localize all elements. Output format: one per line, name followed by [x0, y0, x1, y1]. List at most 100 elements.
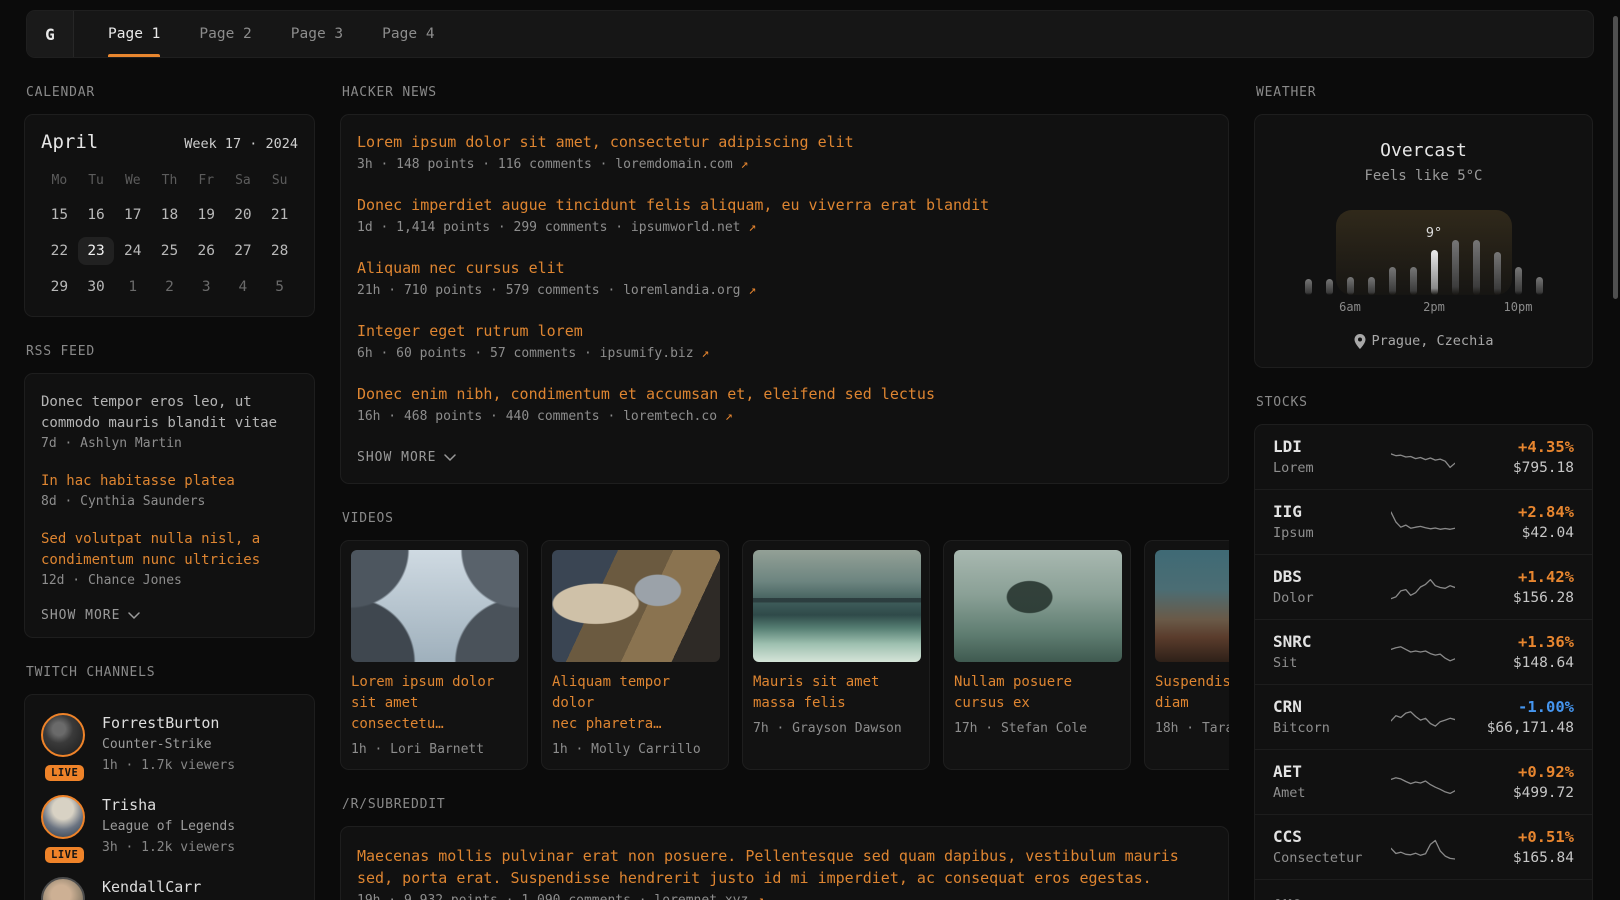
hn-story-link[interactable]: Integer eget rutrum lorem: [357, 320, 1212, 342]
rss-item-link[interactable]: In hac habitasse platea: [41, 471, 298, 492]
tab-page-4[interactable]: Page 4: [368, 11, 448, 57]
twitch-channel-name[interactable]: Trisha: [102, 795, 235, 816]
stock-row[interactable]: CCS Consectetur +0.51% $165.84: [1255, 814, 1592, 879]
rss-item-link[interactable]: Donec tempor eros leo, ut commodo mauris…: [41, 392, 298, 434]
video-thumbnail[interactable]: [351, 550, 519, 662]
scrollbar-thumb[interactable]: [1613, 16, 1618, 299]
location-pin-icon: [1354, 334, 1366, 349]
app-logo[interactable]: G: [27, 11, 74, 57]
video-meta: 1h · Molly Carrillo: [552, 742, 718, 757]
rss-show-more-button[interactable]: SHOW MORE: [41, 608, 298, 623]
weather-time-labels: 6am2pm10pm: [1298, 300, 1550, 317]
chevron-down-icon: [444, 454, 456, 462]
stock-ticker[interactable]: CCS: [1273, 826, 1391, 848]
weather-bar: [1368, 277, 1375, 295]
hn-story-link[interactable]: Donec imperdiet augue tincidunt felis al…: [357, 194, 1212, 216]
stock-row[interactable]: IIG Ipsum +2.84% $42.04: [1255, 489, 1592, 554]
video-card[interactable]: Lorem ipsum dolor sit amet consectetu… 1…: [340, 540, 528, 770]
stock-ticker[interactable]: DBS: [1273, 566, 1391, 588]
calendar-day-selected: 23: [78, 234, 115, 268]
video-thumbnail[interactable]: [1155, 550, 1229, 662]
stock-name: Lorem: [1273, 458, 1391, 478]
stock-ticker[interactable]: SNRC: [1273, 631, 1391, 653]
calendar-day-next-month: 2: [151, 270, 188, 304]
stock-name: Bitcorn: [1273, 718, 1391, 738]
calendar-day: 17: [114, 198, 151, 232]
video-title-link[interactable]: Mauris sit amet massa felis: [753, 672, 919, 714]
video-thumbnail[interactable]: [954, 550, 1122, 662]
hn-item: Donec enim nibh, condimentum et accumsan…: [357, 383, 1212, 427]
twitch-channel[interactable]: KendallCarr: [41, 877, 298, 900]
hackernews-widget: HACKER NEWS Lorem ipsum dolor sit amet, …: [340, 85, 1229, 484]
calendar-grid: Mo Tu We Th Fr Sa Su 15 16 17 18 19 20 2…: [41, 165, 298, 304]
stock-row[interactable]: AET Amet +0.92% $499.72: [1255, 749, 1592, 814]
external-link-icon: ↗: [741, 157, 749, 172]
twitch-channel[interactable]: LIVE Trisha League of Legends 3h · 1.2k …: [41, 795, 298, 858]
video-thumbnail[interactable]: [753, 550, 921, 662]
video-card[interactable]: Nullam posuere cursus ex 17h · Stefan Co…: [943, 540, 1131, 770]
videos-row: Lorem ipsum dolor sit amet consectetu… 1…: [340, 540, 1229, 770]
stock-row[interactable]: SNRC Sit +1.36% $148.64: [1255, 619, 1592, 684]
video-title-link[interactable]: Aliquam tempor dolor nec pharetra…: [552, 672, 718, 735]
hn-story-link[interactable]: Donec enim nibh, condimentum et accumsan…: [357, 383, 1212, 405]
stock-ticker[interactable]: AHS: [1273, 895, 1391, 900]
video-thumbnail[interactable]: [552, 550, 720, 662]
calendar-day-next-month: 4: [225, 270, 262, 304]
tab-page-1[interactable]: Page 1: [94, 11, 174, 57]
hn-story-link[interactable]: Aliquam nec cursus elit: [357, 257, 1212, 279]
weather-bar: [1389, 267, 1396, 295]
twitch-channel-name[interactable]: ForrestBurton: [102, 713, 235, 734]
video-meta: 18h · Tara: [1155, 721, 1229, 736]
stock-ticker[interactable]: AET: [1273, 761, 1391, 783]
rss-item-meta: 8d · Cynthia Saunders: [41, 492, 298, 512]
stock-row[interactable]: DBS Dolor +1.42% $156.28: [1255, 554, 1592, 619]
stock-price: $165.84: [1455, 848, 1574, 868]
stock-name: Ipsum: [1273, 523, 1391, 543]
video-title-link[interactable]: Suspendisse diam: [1155, 672, 1229, 714]
rss-item-link[interactable]: Sed volutpat nulla nisl, a condimentum n…: [41, 529, 298, 571]
stock-name: Consectetur: [1273, 848, 1391, 868]
rss-item: In hac habitasse platea 8d · Cynthia Sau…: [41, 471, 298, 512]
calendar-day-next-month: 3: [188, 270, 225, 304]
weather-widget: WEATHER Overcast Feels like 5°C 9° 6am2p…: [1254, 85, 1593, 368]
twitch-channel[interactable]: LIVE ForrestBurton Counter-Strike 1h · 1…: [41, 713, 298, 776]
tab-page-2[interactable]: Page 2: [185, 11, 265, 57]
reddit-post-link[interactable]: Maecenas mollis pulvinar erat non posuer…: [357, 845, 1212, 889]
widget-label-twitch: TWITCH CHANNELS: [26, 665, 315, 680]
video-card[interactable]: Aliquam tempor dolor nec pharetra… 1h · …: [541, 540, 729, 770]
hn-show-more-button[interactable]: SHOW MORE: [357, 446, 1212, 473]
tab-page-3[interactable]: Page 3: [277, 11, 357, 57]
twitch-avatar[interactable]: LIVE: [41, 795, 87, 858]
video-meta: 1h · Lori Barnett: [351, 742, 517, 757]
dashboard: CALENDAR April Week 17 · 2024 Mo Tu We T…: [0, 58, 1620, 900]
video-title-link[interactable]: Lorem ipsum dolor sit amet consectetu…: [351, 672, 517, 735]
twitch-avatar[interactable]: LIVE: [41, 713, 87, 776]
stock-ticker[interactable]: IIG: [1273, 501, 1391, 523]
stock-row[interactable]: LDI Lorem +4.35% $795.18: [1255, 425, 1592, 489]
twitch-game: League of Legends: [102, 816, 235, 837]
stock-price: $499.72: [1455, 783, 1574, 803]
twitch-viewers: 3h · 1.2k viewers: [102, 837, 235, 858]
video-title-link[interactable]: Nullam posuere cursus ex: [954, 672, 1120, 714]
stock-sparkline: [1391, 832, 1455, 862]
stock-sparkline: [1391, 767, 1455, 797]
widget-label-videos: VIDEOS: [342, 511, 1229, 526]
hn-story-link[interactable]: Lorem ipsum dolor sit amet, consectetur …: [357, 131, 1212, 153]
external-link-icon: ↗: [701, 346, 709, 361]
videos-widget: VIDEOS Lorem ipsum dolor sit amet consec…: [340, 511, 1229, 770]
rss-item: Donec tempor eros leo, ut commodo mauris…: [41, 392, 298, 454]
video-card[interactable]: Suspendisse diam 18h · Tara: [1144, 540, 1229, 770]
stock-row[interactable]: AHS +0.46%: [1255, 879, 1592, 900]
calendar-day: 22: [41, 234, 78, 268]
video-card[interactable]: Mauris sit amet massa felis 7h · Grayson…: [742, 540, 930, 770]
twitch-channel-name[interactable]: KendallCarr: [102, 877, 201, 898]
external-link-icon: ↗: [725, 409, 733, 424]
stock-row[interactable]: CRN Bitcorn -1.00% $66,171.48: [1255, 684, 1592, 749]
stock-ticker[interactable]: CRN: [1273, 696, 1391, 718]
twitch-game: Counter-Strike: [102, 734, 235, 755]
stock-ticker[interactable]: LDI: [1273, 436, 1391, 458]
hn-story-meta: 1d · 1,414 points · 299 comments · ipsum…: [357, 218, 1212, 238]
twitch-avatar[interactable]: [41, 877, 87, 900]
page-tabs: Page 1 Page 2 Page 3 Page 4: [94, 11, 460, 57]
twitch-widget: TWITCH CHANNELS LIVE ForrestBurton Count…: [24, 665, 315, 900]
